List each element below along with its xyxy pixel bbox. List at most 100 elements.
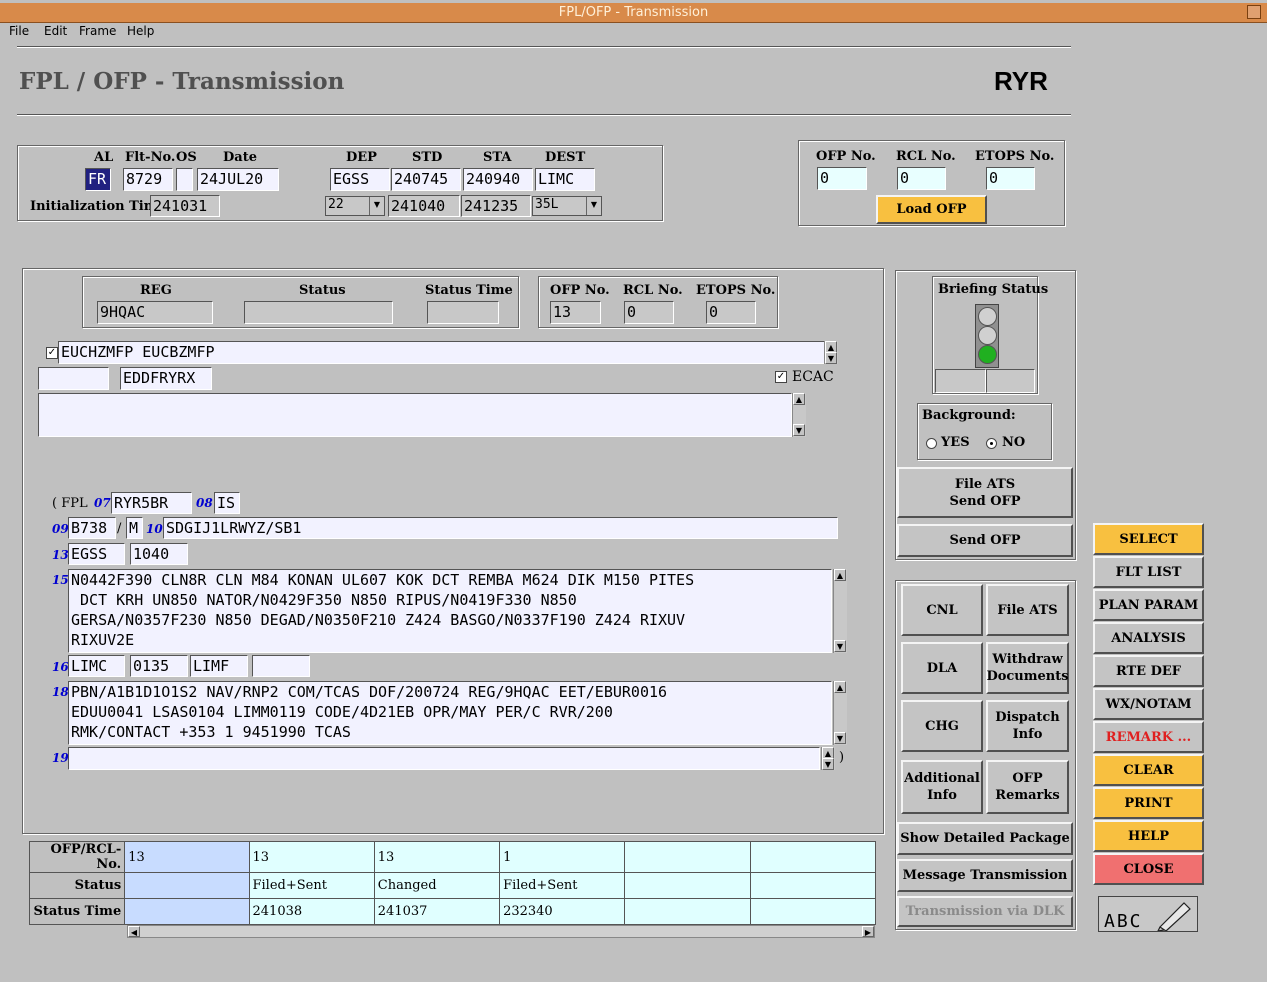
dep-field[interactable]: EGSS	[330, 168, 390, 191]
table-cell[interactable]: Filed+Sent	[499, 872, 626, 899]
scroll-down-icon[interactable]: ▼	[834, 640, 846, 652]
table-cell[interactable]	[624, 841, 751, 873]
date-field[interactable]: 24JUL20	[197, 168, 279, 191]
aircraft-type-field[interactable]: B738	[68, 517, 116, 539]
message-transmission-button[interactable]: Message Transmission	[897, 859, 1073, 892]
menu-help[interactable]: Help	[127, 24, 154, 38]
help-button[interactable]: HELP	[1093, 820, 1204, 852]
scroll-up-icon[interactable]: ▲	[834, 569, 846, 581]
scroll-down-icon[interactable]: ▼	[822, 758, 834, 770]
std-field[interactable]: 240745	[391, 168, 461, 191]
table-cell[interactable]	[624, 898, 751, 925]
route-field[interactable]: N0442F390 CLN8R CLN M84 KONAN UL607 KOK …	[68, 569, 832, 653]
fpl-dep-field[interactable]: EGSS	[68, 543, 125, 565]
table-cell[interactable]: 13	[248, 841, 375, 873]
address-checkbox[interactable]: ✓	[46, 347, 58, 359]
item-19-scrollbar[interactable]: ▲ ▼	[821, 747, 835, 770]
ecac-checkbox[interactable]: ✓	[775, 371, 787, 383]
table-cell[interactable]	[749, 898, 877, 925]
file-ats-send-ofp-button[interactable]: File ATS Send OFP	[897, 467, 1073, 518]
close-button[interactable]: CLOSE	[1093, 853, 1204, 885]
file-ats-button[interactable]: File ATS	[986, 584, 1069, 636]
route-scrollbar[interactable]: ▲ ▼	[833, 569, 847, 653]
table-cell[interactable]: Changed	[373, 872, 501, 899]
show-detailed-package-button[interactable]: Show Detailed Package	[897, 822, 1073, 855]
table-cell[interactable]	[749, 841, 877, 873]
clear-button[interactable]: CLEAR	[1093, 754, 1204, 786]
analysis-button[interactable]: ANALYSIS	[1093, 622, 1204, 654]
altn-field[interactable]: LIMF	[190, 655, 248, 677]
table-cell[interactable]	[624, 872, 751, 899]
ofp-remarks-button[interactable]: OFP Remarks	[986, 760, 1069, 814]
scroll-up-icon[interactable]: ▲	[793, 393, 805, 405]
send-ofp-button[interactable]: Send OFP	[897, 524, 1073, 557]
flt-list-button[interactable]: FLT LIST	[1093, 556, 1204, 588]
other-info-field[interactable]: PBN/A1B1D1O1S2 NAV/RNP2 COM/TCAS DOF/200…	[68, 681, 832, 745]
window-maximize-button[interactable]	[1247, 5, 1261, 19]
rules-field[interactable]: IS	[214, 492, 240, 514]
wx-notam-button[interactable]: WX/NOTAM	[1093, 688, 1204, 720]
flt-no-field[interactable]: 8729	[123, 168, 173, 191]
background-no-radio[interactable]	[986, 438, 997, 449]
menu-file[interactable]: File	[9, 24, 29, 38]
originator-prefix-field[interactable]	[38, 367, 109, 390]
equipment-field[interactable]: SDGIJ1LRWYZ/SB1	[163, 517, 838, 539]
chg-button[interactable]: CHG	[901, 700, 983, 752]
address-field[interactable]: EUCHZMFP EUCBZMFP	[58, 341, 825, 364]
table-cell[interactable]: 1	[499, 841, 626, 873]
scroll-down-icon[interactable]: ▼	[834, 732, 846, 744]
dla-button[interactable]: DLA	[901, 642, 983, 694]
history-scrollbar[interactable]: ◀ ▶	[127, 925, 875, 938]
table-cell[interactable]	[749, 872, 877, 899]
scroll-down-icon[interactable]: ▼	[825, 352, 837, 364]
dispatch-info-button[interactable]: Dispatch Info	[986, 700, 1069, 752]
other-info-scrollbar[interactable]: ▲ ▼	[833, 681, 847, 745]
sta-field[interactable]: 240940	[463, 168, 533, 191]
al-field[interactable]: FR	[85, 168, 111, 191]
eet-field[interactable]: 0135	[130, 655, 188, 677]
table-cell[interactable]	[124, 872, 250, 899]
address-scrollbar[interactable]: ▲ ▼	[824, 341, 838, 364]
table-cell[interactable]: 13	[124, 841, 250, 873]
load-ofp-button[interactable]: Load OFP	[876, 195, 987, 224]
withdraw-documents-button[interactable]: Withdraw Documents	[986, 642, 1069, 694]
transmission-via-dlk-button[interactable]: Transmission via DLK	[897, 896, 1073, 927]
print-button[interactable]: PRINT	[1093, 787, 1204, 819]
callsign-field[interactable]: RYR5BR	[111, 492, 192, 514]
additional-info-button[interactable]: Additional Info	[901, 760, 983, 814]
rte-def-button[interactable]: RTE DEF	[1093, 655, 1204, 687]
scroll-down-icon[interactable]: ▼	[793, 424, 805, 436]
dest-runway-select[interactable]: 35L ▼	[532, 196, 602, 216]
eobt-field[interactable]: 1040	[130, 543, 188, 565]
ofp-no-field[interactable]: 0	[817, 167, 867, 190]
background-yes-radio[interactable]	[926, 438, 937, 449]
plan-param-button[interactable]: PLAN PARAM	[1093, 589, 1204, 621]
table-cell[interactable]	[124, 898, 250, 925]
fpl-dest-field[interactable]: LIMC	[68, 655, 125, 677]
scroll-up-icon[interactable]: ▲	[834, 681, 846, 693]
table-cell[interactable]: 232340	[499, 898, 626, 925]
menu-edit[interactable]: Edit	[44, 24, 67, 38]
table-cell[interactable]: 241038	[248, 898, 375, 925]
cnl-button[interactable]: CNL	[901, 584, 983, 636]
altn2-field[interactable]	[252, 655, 310, 677]
os-field[interactable]	[176, 168, 193, 191]
etops-no-field[interactable]: 0	[986, 167, 1035, 190]
table-cell[interactable]: 13	[373, 841, 501, 873]
dep-runway-select[interactable]: 22 ▼	[325, 196, 385, 216]
dest-field[interactable]: LIMC	[535, 168, 595, 191]
table-cell[interactable]: 241037	[373, 898, 501, 925]
menu-frame[interactable]: Frame	[79, 24, 116, 38]
spell-check-button[interactable]: ABC	[1098, 896, 1198, 932]
scroll-right-icon[interactable]: ▶	[862, 926, 874, 937]
remark-button[interactable]: REMARK ...	[1093, 721, 1204, 753]
originator-field[interactable]: EDDFRYRX	[120, 367, 212, 390]
table-cell[interactable]: Filed+Sent	[248, 872, 375, 899]
wake-field[interactable]: M	[126, 517, 143, 539]
select-button[interactable]: SELECT	[1093, 523, 1204, 555]
scroll-left-icon[interactable]: ◀	[128, 926, 140, 937]
rcl-no-field[interactable]: 0	[897, 167, 946, 190]
address-area-scrollbar[interactable]: ▲ ▼	[792, 393, 806, 437]
item-19-field[interactable]	[68, 747, 820, 770]
address-text-area[interactable]	[38, 393, 792, 437]
